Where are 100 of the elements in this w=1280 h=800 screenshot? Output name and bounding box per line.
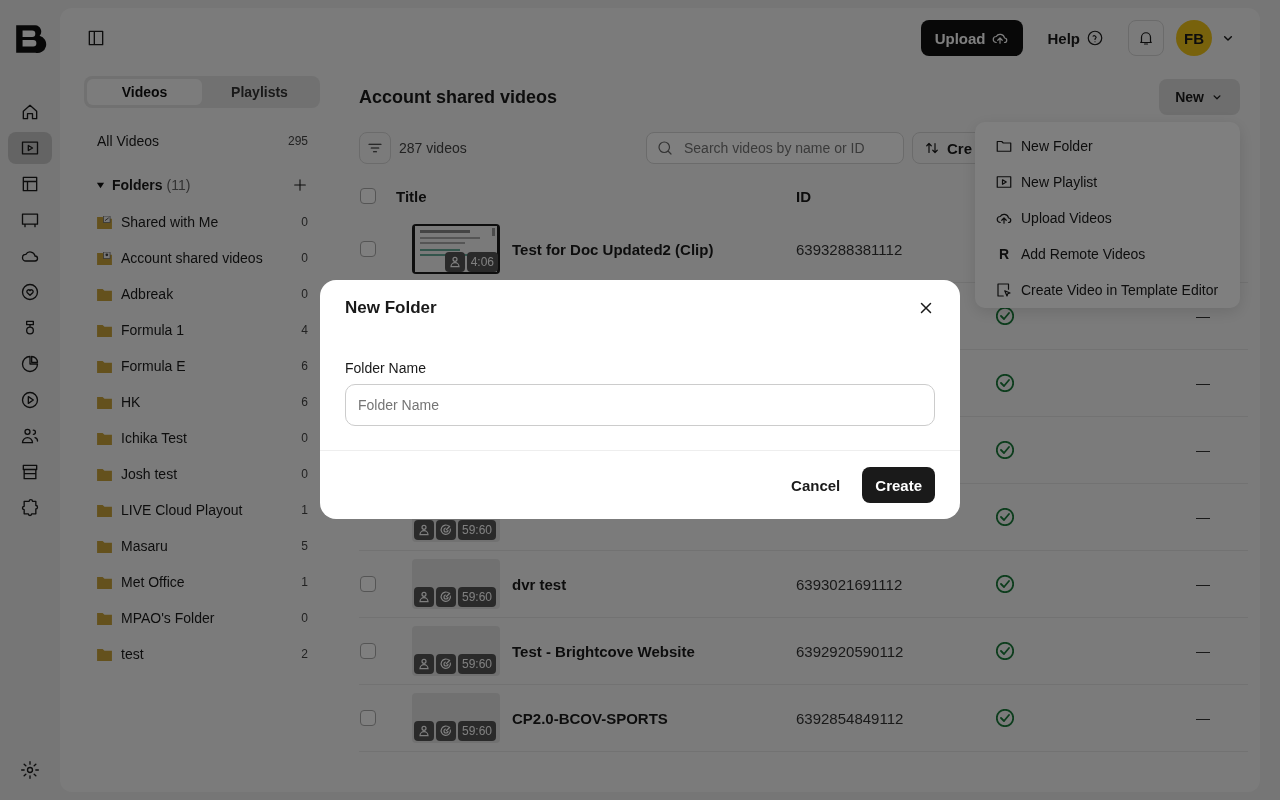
video-title[interactable]: Test - Brightcove Website [512, 642, 695, 660]
menu-item[interactable]: New Playlist [975, 164, 1240, 200]
all-videos-link[interactable]: All Videos [97, 133, 159, 149]
count: 1 [301, 503, 308, 517]
duration-badge: 59:60 [458, 721, 497, 741]
count: 1 [301, 575, 308, 589]
template-icon [995, 281, 1013, 299]
count: 4 [301, 323, 308, 337]
video-id: 6392920590112 [796, 642, 904, 660]
folder-name[interactable]: Account shared videos [121, 250, 302, 266]
bell-icon [1137, 29, 1155, 47]
count: 0 [301, 215, 308, 229]
filter-button[interactable] [359, 132, 391, 164]
folder-icon [97, 575, 112, 589]
video-title[interactable]: Test for Doc Updated2 (Clip) [512, 240, 714, 258]
count: (11) [166, 177, 191, 193]
count: 0 [301, 611, 308, 625]
settings-icon[interactable] [20, 760, 40, 780]
count: 0 [301, 251, 308, 265]
count: 6 [301, 395, 308, 409]
folder-name[interactable]: LIVE Cloud Playout [121, 502, 302, 518]
user-icon [414, 587, 434, 607]
user-icon [444, 252, 465, 272]
column-header[interactable]: Title [396, 187, 796, 205]
menu-item[interactable]: New Folder [975, 128, 1240, 164]
folder-name[interactable]: HK [121, 394, 302, 410]
sidebar-toggle-icon[interactable] [86, 28, 106, 48]
empty-value: — [1196, 576, 1210, 592]
video-count: 287 videos [399, 140, 467, 156]
folder-icon [97, 647, 112, 661]
tab[interactable]: Videos [87, 79, 202, 105]
folder-icon [97, 323, 112, 337]
empty-value: — [1196, 375, 1210, 391]
folder-icon [97, 395, 112, 409]
shared-folder-icon [97, 215, 112, 229]
shared-folder-icon [97, 251, 112, 265]
video-icon[interactable] [8, 132, 52, 164]
folder-icon [97, 359, 112, 373]
checkbox[interactable] [360, 710, 376, 726]
upload-button[interactable]: Upload [920, 20, 1024, 56]
notifications-button[interactable] [1128, 20, 1164, 56]
folder-name[interactable]: Masaru [121, 538, 302, 554]
folder-icon [97, 611, 112, 625]
logo [13, 22, 47, 56]
empty-value: — [1196, 710, 1210, 726]
avatar[interactable]: FB [1176, 20, 1212, 56]
cancel-button[interactable]: Cancel [791, 476, 841, 494]
video-title[interactable]: CP2.0-BCOV-SPORTS [512, 709, 668, 727]
target-icon [436, 654, 456, 674]
new-button[interactable]: New [1159, 79, 1240, 115]
folder-name-field[interactable]: Folder Name [345, 384, 935, 426]
video-title[interactable]: dvr test [512, 575, 567, 593]
video-id: 6392854849112 [796, 709, 904, 727]
tab[interactable]: Playlists [202, 79, 317, 105]
folder-icon [97, 503, 112, 517]
create-button[interactable]: Create [862, 467, 935, 503]
checkbox[interactable] [360, 643, 376, 659]
folder-icon [97, 539, 112, 553]
help-icon [1086, 29, 1104, 47]
folder-name[interactable]: Shared with Me [121, 214, 302, 230]
help-button[interactable]: Help [1047, 29, 1104, 47]
empty-value: — [1196, 509, 1210, 525]
user-icon [414, 721, 434, 741]
target-icon [436, 587, 456, 607]
folders-heading: Folders [112, 177, 163, 193]
checkbox[interactable] [360, 576, 376, 592]
checkbox[interactable] [360, 241, 376, 257]
caret-icon[interactable] [96, 180, 105, 190]
menu-item[interactable]: Upload Videos [975, 200, 1240, 236]
video-id: 6393288381112 [796, 240, 903, 258]
folder-name[interactable]: Adbreak [121, 286, 302, 302]
folder-name[interactable]: test [121, 646, 302, 662]
count: 295 [287, 134, 308, 148]
empty-value: — [1196, 308, 1210, 324]
add-icon[interactable] [292, 177, 308, 193]
count: 5 [301, 539, 308, 553]
duration-badge: 4:06 [466, 252, 498, 272]
search-field[interactable]: Search videos by name or ID [646, 132, 904, 164]
duration-badge: 59:60 [458, 587, 497, 607]
count: 2 [301, 647, 308, 661]
folder-name[interactable]: Formula E [121, 358, 302, 374]
menu-item[interactable]: R Add Remote Videos [975, 236, 1240, 272]
checkbox[interactable] [360, 188, 376, 204]
folder-name[interactable]: Ichika Test [121, 430, 302, 446]
dialog-title: New Folder [345, 298, 437, 318]
folder-icon [97, 287, 112, 301]
folder-name[interactable]: MPAO's Folder [121, 610, 302, 626]
count: 0 [301, 287, 308, 301]
target-icon [436, 721, 456, 741]
search-icon [656, 139, 674, 157]
duration-badge: 59:60 [458, 520, 497, 540]
user-icon [414, 654, 434, 674]
folder-name[interactable]: Formula 1 [121, 322, 302, 338]
empty-value: — [1196, 442, 1210, 458]
video-id: 6393021691112 [796, 575, 903, 593]
folder-name[interactable]: Met Office [121, 574, 302, 590]
duration-badge: 59:60 [458, 654, 497, 674]
folder-name[interactable]: Josh test [121, 466, 302, 482]
count: 0 [301, 431, 308, 445]
menu-item[interactable]: Create Video in Template Editor [975, 272, 1240, 308]
